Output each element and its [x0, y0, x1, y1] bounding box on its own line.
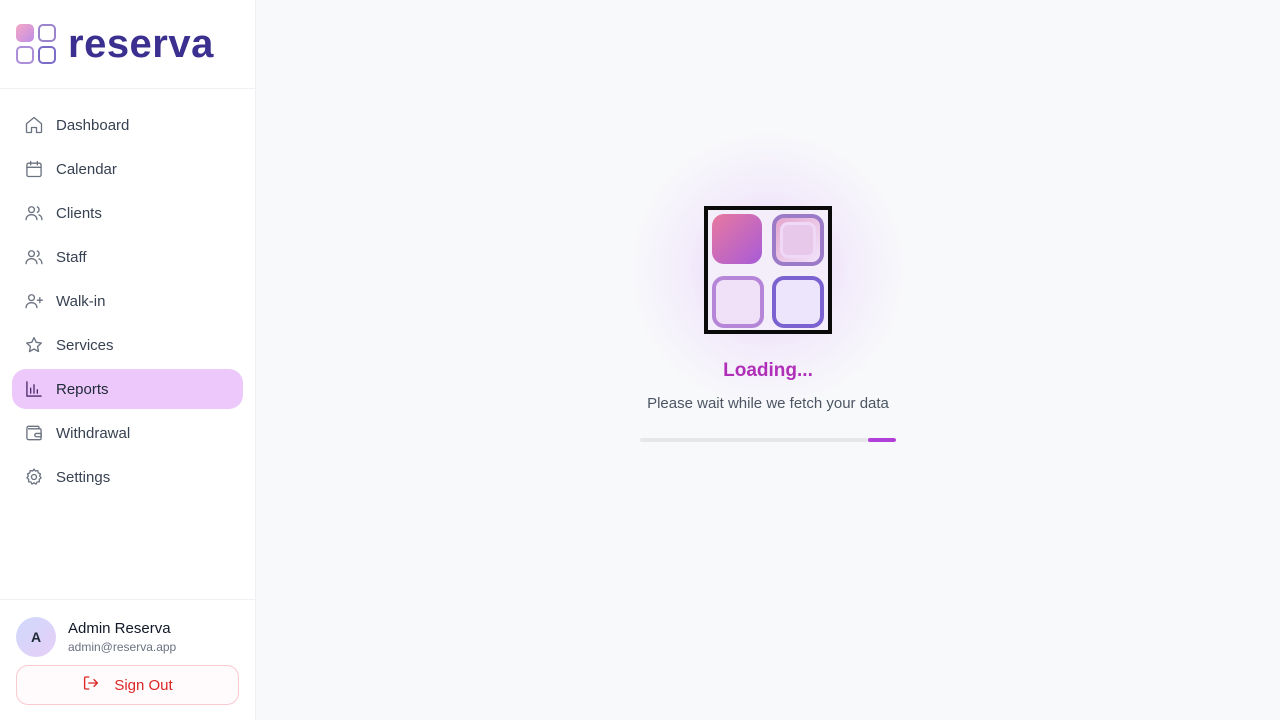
user-name: Admin Reserva — [68, 620, 171, 637]
sidebar-item-walk-in[interactable]: Walk-in — [12, 281, 243, 321]
sidebar-item-label: Clients — [56, 204, 102, 222]
sidebar-item-settings[interactable]: Settings — [12, 457, 243, 497]
loading-subtitle: Please wait while we fetch your data — [647, 395, 889, 412]
reserva-logo-icon — [16, 24, 56, 64]
wallet-icon — [24, 423, 44, 443]
star-icon — [24, 335, 44, 355]
main-content: Loading... Please wait while we fetch yo… — [256, 0, 1280, 720]
home-icon — [24, 115, 44, 135]
sidebar-item-label: Calendar — [56, 160, 117, 178]
progress-bar-fill — [867, 438, 896, 442]
loading-title: Loading... — [723, 360, 813, 381]
sidebar-item-label: Staff — [56, 248, 87, 266]
sidebar-item-withdrawal[interactable]: Withdrawal — [12, 413, 243, 453]
sidebar-item-clients[interactable]: Clients — [12, 193, 243, 233]
sidebar-item-label: Withdrawal — [56, 424, 131, 442]
sidebar-item-label: Dashboard — [56, 116, 130, 134]
sign-out-button[interactable]: Sign Out — [16, 665, 239, 705]
user-panel: A Admin Reserva admin@reserva.app Sign O… — [0, 599, 256, 720]
sidebar-item-label: Walk-in — [56, 292, 106, 310]
progress-bar — [640, 438, 896, 442]
sidebar-item-dashboard[interactable]: Dashboard — [12, 105, 243, 145]
sidebar-item-label: Settings — [56, 468, 111, 486]
calendar-icon — [24, 159, 44, 179]
gear-icon — [24, 467, 44, 487]
sidebar-item-calendar[interactable]: Calendar — [12, 149, 243, 189]
sidebar-nav: Dashboard Calendar Clients Staff Walk-in — [12, 105, 243, 501]
divider — [0, 88, 256, 89]
brand-logo[interactable]: reserva — [16, 22, 214, 66]
user-email: admin@reserva.app — [68, 640, 177, 654]
users-icon — [24, 247, 44, 267]
sign-out-label: Sign Out — [114, 676, 173, 694]
sidebar-item-label: Services — [56, 336, 114, 354]
logout-icon — [82, 674, 100, 697]
sidebar-item-reports[interactable]: Reports — [12, 369, 243, 409]
users-icon — [24, 203, 44, 223]
loading-logo-icon — [704, 206, 832, 334]
sidebar-item-services[interactable]: Services — [12, 325, 243, 365]
user-plus-icon — [24, 291, 44, 311]
sidebar: reserva Dashboard Calendar Clients Staff… — [0, 0, 256, 720]
avatar[interactable]: A — [16, 617, 56, 657]
bar-chart-icon — [24, 379, 44, 399]
brand-name: reserva — [68, 22, 214, 66]
sidebar-item-staff[interactable]: Staff — [12, 237, 243, 277]
sidebar-item-label: Reports — [56, 380, 109, 398]
